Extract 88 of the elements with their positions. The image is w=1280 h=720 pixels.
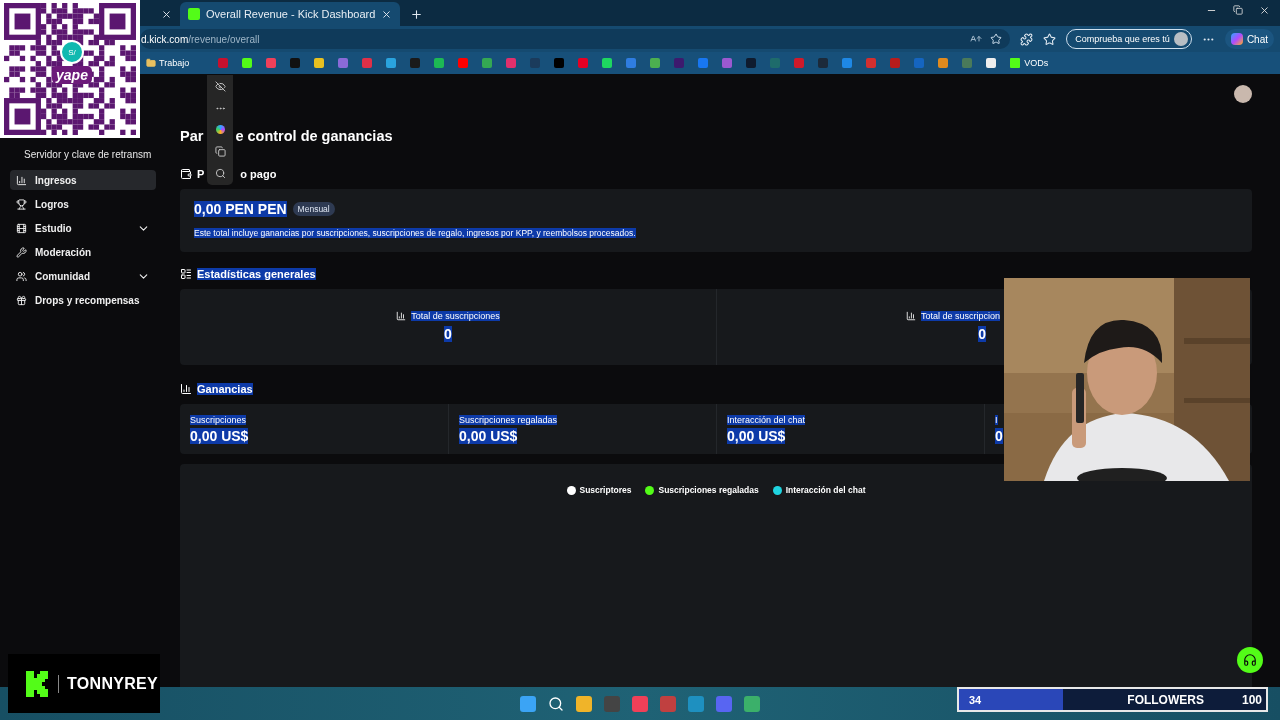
bookmark-icon[interactable] — [650, 58, 661, 68]
sidebar-item[interactable]: Drops y recompensas — [10, 290, 156, 310]
section-heading: o pago — [240, 168, 277, 180]
stat-value: 0 — [444, 326, 452, 342]
chart-icon — [905, 311, 916, 321]
read-aloud-icon[interactable] — [970, 33, 983, 45]
chart-icon — [180, 383, 192, 395]
chat-button[interactable]: Chat — [1224, 29, 1274, 49]
earning-value: 0,00 US$ — [190, 427, 249, 444]
followers-count: 34 — [968, 693, 982, 706]
bookmark-icon[interactable] — [434, 58, 445, 68]
payment-amount: 0,00 PEN PEN — [194, 201, 287, 217]
channel-name: TONNYREY — [58, 674, 158, 693]
sidebar-item[interactable]: Ingresos — [10, 170, 156, 190]
stat-label: Total de suscripciones — [411, 311, 500, 321]
followers-label: FOLLOWERS — [1127, 692, 1204, 707]
stat-label: Total de suscripcion — [920, 311, 1000, 321]
url-host: d.kick.com — [141, 33, 189, 45]
bookmark-icon[interactable] — [602, 58, 613, 68]
close-icon[interactable] — [381, 8, 393, 20]
search-icon[interactable] — [548, 695, 564, 712]
stat-value: 0 — [978, 326, 986, 342]
sidebar-item[interactable]: Estudio — [10, 218, 156, 238]
page-title: Par — [180, 128, 204, 144]
kick-favicon — [188, 8, 200, 20]
start-icon[interactable] — [520, 695, 536, 712]
wallet-icon — [180, 168, 192, 180]
followers-goal: 100 — [1241, 692, 1263, 707]
bookmark-link[interactable]: VODs — [1010, 58, 1049, 68]
chart-icon — [396, 311, 407, 321]
taskbar-app-icon[interactable] — [632, 695, 648, 712]
chart-icon — [16, 174, 27, 186]
taskbar-app-icon[interactable] — [688, 695, 704, 712]
new-tab-icon[interactable] — [410, 8, 424, 21]
earning-label: I — [995, 414, 998, 425]
earning-value: 0,00 US$ — [459, 427, 518, 444]
wrench-icon — [16, 246, 27, 258]
sidebar-item[interactable]: Moderación — [10, 242, 156, 262]
kick-logo-icon — [26, 670, 50, 697]
bookmark-folder[interactable]: Trabajo — [146, 58, 190, 68]
close-icon[interactable] — [161, 8, 172, 20]
earning-label: Suscripciones regaladas — [459, 414, 558, 425]
earning-label: Interacción del chat — [727, 414, 806, 425]
sidebar-heading[interactable]: Servidor y clave de retransm — [0, 149, 160, 166]
legend-label: Interacción del chat — [785, 485, 866, 495]
taskbar-app-icon[interactable] — [576, 695, 592, 712]
sidebar-item[interactable]: Comunidad — [10, 266, 156, 286]
earning-value: 0 — [995, 427, 1003, 444]
browser-tab[interactable]: Overall Revenue - Kick Dashboard — [180, 2, 401, 26]
url-path: /revenue/overall — [188, 33, 260, 45]
bookmark-icon[interactable] — [314, 58, 325, 68]
bookmark-icon[interactable] — [386, 58, 397, 68]
search-icon[interactable] — [214, 168, 226, 180]
extensions-icon[interactable] — [1020, 32, 1034, 46]
section-heading: P — [197, 168, 205, 180]
legend-label: Suscriptores — [579, 485, 632, 495]
address-bar[interactable]: d.kick.com/revenue/overall — [140, 29, 1011, 49]
brand-logo: yape — [52, 66, 92, 84]
trophy-icon — [16, 198, 27, 210]
avatar-icon — [1173, 32, 1188, 46]
favorites-icon[interactable] — [1043, 32, 1057, 46]
film-icon — [16, 222, 27, 234]
headset-icon — [1243, 653, 1257, 667]
copilot-icon — [1230, 33, 1243, 45]
bookmark-icon[interactable] — [986, 58, 997, 68]
legend-label: Suscripciones regaladas — [658, 485, 759, 495]
sidebar-item[interactable]: Logros — [10, 194, 156, 214]
close-icon[interactable] — [1259, 4, 1270, 16]
section-heading: Ganancias — [197, 383, 253, 395]
folder-icon — [146, 58, 156, 68]
payment-note: Este total incluye ganancias por suscripciones, suscripciones de regalo, ingresos por KPP, y reembolsos procesados. — [194, 228, 636, 238]
copy-icon[interactable] — [214, 145, 226, 157]
bookmark-icon[interactable] — [938, 58, 949, 68]
gift-icon — [16, 294, 27, 306]
taskbar-app-icon[interactable] — [744, 695, 760, 712]
section-heading: Estadísticas generales — [197, 268, 316, 280]
page-title: e control de ganancias — [235, 128, 393, 144]
earning-label: Suscripciones — [190, 414, 247, 425]
eye-off-icon[interactable] — [214, 80, 226, 92]
stats-icon — [180, 268, 192, 280]
users-icon — [16, 270, 27, 282]
favorite-star-icon[interactable] — [990, 33, 1003, 45]
copilot-icon[interactable] — [215, 125, 225, 135]
period-badge: Mensual — [292, 202, 335, 216]
taskbar-app-icon[interactable] — [716, 695, 732, 712]
earning-value: 0,00 US$ — [727, 427, 786, 444]
bookmark-icon[interactable] — [242, 58, 253, 68]
restore-icon[interactable] — [1233, 4, 1243, 15]
